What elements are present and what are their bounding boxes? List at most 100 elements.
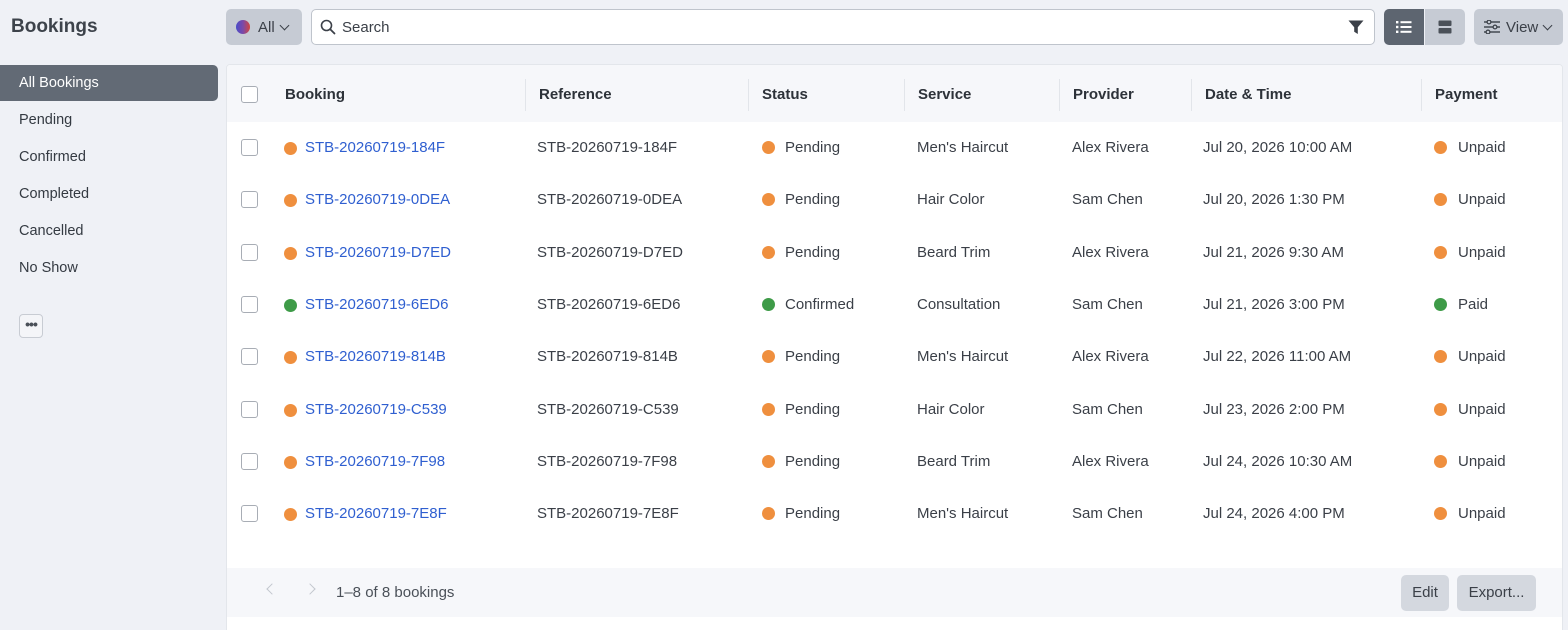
provider-cell: Alex Rivera	[1072, 452, 1149, 470]
scope-dropdown[interactable]: All	[226, 9, 302, 45]
header-date-time[interactable]: Date & Time	[1205, 65, 1291, 122]
date-time-cell: Jul 21, 2026 9:30 AM	[1203, 243, 1344, 261]
provider-cell: Alex Rivera	[1072, 243, 1149, 261]
table-row[interactable]: STB-20260719-0DEA STB-20260719-0DEA Pendin…	[227, 174, 1562, 226]
status-dot	[762, 507, 775, 521]
select-all-checkbox[interactable]	[241, 86, 258, 103]
table-row[interactable]: STB-20260719-7E8F STB-20260719-7E8F Pendin…	[227, 488, 1562, 540]
sidebar-item-all-bookings[interactable]: All Bookings	[0, 65, 218, 101]
card-view-icon	[1438, 20, 1452, 34]
search-icon	[320, 19, 336, 35]
reference-cell: STB-20260719-7E8F	[537, 505, 679, 523]
booking-link[interactable]: STB-20260719-D7ED	[305, 227, 451, 279]
provider-cell: Sam Chen	[1072, 400, 1143, 418]
provider-cell: Sam Chen	[1072, 295, 1143, 313]
list-view-button[interactable]	[1384, 9, 1424, 45]
status-dot	[762, 193, 775, 207]
table-header: Booking Reference Status Service Provide…	[227, 65, 1562, 122]
service-cell: Consultation	[917, 295, 1001, 313]
sidebar-item-pending[interactable]: Pending	[0, 102, 218, 138]
date-time-cell: Jul 20, 2026 1:30 PM	[1203, 191, 1345, 209]
provider-cell: Alex Rivera	[1072, 348, 1149, 366]
card-view-button[interactable]	[1425, 9, 1465, 45]
sidebar-item-no-show[interactable]: No Show	[0, 250, 218, 286]
more-options-button[interactable]: •••	[19, 314, 43, 338]
status-dot	[284, 403, 297, 417]
payment-dot	[1434, 245, 1447, 259]
status-dot	[762, 245, 775, 259]
header-status[interactable]: Status	[762, 65, 808, 122]
booking-link[interactable]: STB-20260719-6ED6	[305, 279, 448, 331]
table-row[interactable]: STB-20260719-6ED6 STB-20260719-6ED6 Confir…	[227, 279, 1562, 331]
table-row[interactable]: STB-20260719-814B STB-20260719-814B Pendin…	[227, 331, 1562, 383]
chevron-down-icon	[279, 20, 290, 30]
export-button[interactable]: Export...	[1457, 575, 1536, 611]
payment-cell: Unpaid	[1458, 243, 1506, 261]
row-checkbox[interactable]	[241, 139, 258, 156]
date-time-cell: Jul 24, 2026 10:30 AM	[1203, 452, 1353, 470]
payment-dot	[1434, 297, 1447, 311]
chevron-right-icon[interactable]	[304, 583, 316, 595]
column-divider	[1421, 79, 1422, 111]
booking-link[interactable]: STB-20260719-7F98	[305, 436, 445, 488]
payment-cell: Unpaid	[1458, 348, 1506, 366]
header-service[interactable]: Service	[918, 65, 971, 122]
view-settings-button[interactable]: View	[1474, 9, 1563, 45]
payment-cell: Unpaid	[1458, 452, 1506, 470]
status-cell: Pending	[785, 400, 841, 418]
booking-link[interactable]: STB-20260719-184F	[305, 122, 445, 174]
list-view-icon	[1396, 21, 1412, 33]
sidebar-nav: All Bookings Pending Confirmed Completed…	[0, 65, 218, 287]
booking-link[interactable]: STB-20260719-0DEA	[305, 174, 450, 226]
table-row[interactable]: STB-20260719-C539 STB-20260719-C539 Pendin…	[227, 384, 1562, 436]
date-time-cell: Jul 24, 2026 4:00 PM	[1203, 505, 1345, 523]
scope-label: All	[258, 18, 275, 36]
row-checkbox[interactable]	[241, 505, 258, 523]
status-cell: Confirmed	[785, 295, 855, 313]
status-dot	[762, 350, 775, 364]
status-cell: Pending	[785, 243, 841, 261]
header-booking[interactable]: Booking	[285, 65, 345, 122]
row-checkbox[interactable]	[241, 400, 258, 418]
booking-link[interactable]: STB-20260719-814B	[305, 331, 446, 383]
edit-button[interactable]: Edit	[1401, 575, 1449, 611]
header-provider[interactable]: Provider	[1073, 65, 1134, 122]
page-title: Bookings	[11, 16, 98, 37]
provider-cell: Alex Rivera	[1072, 139, 1149, 156]
sidebar-item-confirmed[interactable]: Confirmed	[0, 139, 218, 175]
sidebar-item-completed[interactable]: Completed	[0, 176, 218, 212]
status-dot	[284, 455, 297, 469]
reference-cell: STB-20260719-C539	[537, 400, 679, 418]
status-dot	[284, 194, 297, 208]
chevron-left-icon[interactable]	[266, 583, 278, 595]
row-checkbox[interactable]	[241, 452, 258, 470]
row-checkbox[interactable]	[241, 295, 258, 313]
service-cell: Hair Color	[917, 400, 985, 418]
status-cell: Pending	[785, 505, 841, 523]
reference-cell: STB-20260719-814B	[537, 348, 678, 366]
row-checkbox[interactable]	[241, 243, 258, 261]
table-row[interactable]: STB-20260719-D7ED STB-20260719-D7ED Pendin…	[227, 227, 1562, 279]
reference-cell: STB-20260719-D7ED	[537, 243, 683, 261]
booking-link[interactable]: STB-20260719-7E8F	[305, 488, 447, 540]
status-dot	[284, 246, 297, 260]
status-cell: Pending	[785, 191, 841, 209]
header-reference[interactable]: Reference	[539, 65, 612, 122]
search-input[interactable]	[342, 18, 1322, 36]
service-cell: Men's Haircut	[917, 505, 1009, 523]
status-dot	[762, 297, 775, 311]
column-divider	[525, 79, 526, 111]
payment-cell: Unpaid	[1458, 400, 1506, 418]
sidebar-item-cancelled[interactable]: Cancelled	[0, 213, 218, 249]
booking-link[interactable]: STB-20260719-C539	[305, 384, 447, 436]
date-time-cell: Jul 22, 2026 11:00 AM	[1203, 348, 1352, 366]
row-checkbox[interactable]	[241, 348, 258, 366]
header-payment[interactable]: Payment	[1435, 65, 1498, 122]
payment-cell: Unpaid	[1458, 139, 1506, 156]
filter-icon[interactable]	[1348, 20, 1364, 35]
chevron-down-icon	[1542, 20, 1553, 30]
row-checkbox[interactable]	[241, 191, 258, 209]
payment-dot	[1434, 402, 1447, 416]
table-row[interactable]: STB-20260719-7F98 STB-20260719-7F98 Pendin…	[227, 436, 1562, 488]
table-row[interactable]: STB-20260719-184F STB-20260719-184F Pendin…	[227, 122, 1562, 174]
